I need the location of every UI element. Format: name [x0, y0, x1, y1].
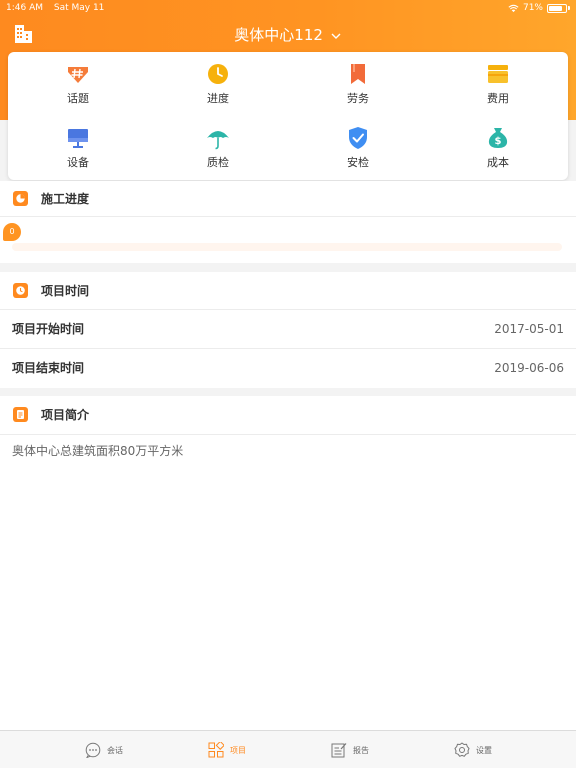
bookmark-icon: [351, 64, 365, 84]
money-bag-icon: $: [488, 128, 508, 148]
menu-label: 进度: [207, 92, 229, 105]
wallet-icon: [488, 65, 508, 83]
progress-bar: 0: [0, 217, 576, 263]
chat-icon: [85, 742, 101, 758]
project-name: 奥体中心112: [234, 26, 323, 44]
menu-item-safety[interactable]: 安检: [288, 126, 428, 170]
status-time: 1:46 AM: [6, 3, 43, 13]
section-title: 项目时间: [41, 284, 90, 298]
section-header: 项目简介: [0, 396, 576, 435]
grid-icon: [208, 742, 224, 758]
summary-text: 奥体中心总建筑面积80万平方米: [12, 444, 184, 458]
battery-percent: 71%: [522, 3, 543, 13]
project-summary-section: 项目简介 奥体中心总建筑面积80万平方米: [0, 396, 576, 730]
umbrella-icon: [207, 131, 229, 150]
menu-item-equipment[interactable]: 设备: [8, 126, 148, 170]
tab-label: 报告: [353, 745, 369, 755]
menu-item-topics[interactable]: 话题: [8, 62, 148, 106]
menu-label: 质检: [207, 156, 229, 169]
menu-label: 费用: [487, 92, 509, 105]
chevron-down-icon: [331, 33, 341, 39]
end-time-label: 项目结束时间: [12, 361, 85, 375]
menu-item-labor[interactable]: 劳务: [288, 62, 428, 106]
tab-label: 会话: [107, 745, 123, 755]
clock-icon: [13, 283, 28, 298]
menu-item-quality[interactable]: 质检: [148, 126, 288, 170]
menu-item-cost[interactable]: $ 成本: [428, 126, 568, 170]
module-menu: 话题 进度 劳务 费用 设备 质检 安检 $ 成本: [8, 52, 568, 180]
tab-settings[interactable]: 设置: [454, 731, 492, 768]
pie-chart-icon: [13, 191, 28, 206]
hashtag-icon: [68, 67, 88, 83]
document-icon: [13, 407, 28, 422]
section-title: 项目简介: [41, 408, 90, 422]
menu-label: 话题: [67, 92, 89, 105]
start-time-row: 项目开始时间 2017-05-01: [0, 310, 576, 349]
summary-body: 奥体中心总建筑面积80万平方米: [0, 435, 576, 469]
shield-icon: [349, 127, 367, 149]
tab-label: 项目: [230, 745, 246, 755]
status-bar: 1:46 AM Sat May 11 71%: [0, 0, 576, 16]
menu-label: 成本: [487, 156, 509, 169]
project-selector[interactable]: 奥体中心112: [0, 24, 576, 46]
end-time-value: 2019-06-06: [494, 361, 564, 375]
clock-icon: [208, 64, 228, 84]
wifi-icon: [508, 4, 519, 12]
monitor-icon: [68, 129, 88, 148]
tab-reports[interactable]: 报告: [331, 731, 369, 768]
section-header: 项目时间: [0, 272, 576, 310]
tab-chat[interactable]: 会话: [85, 731, 123, 768]
menu-item-expenses[interactable]: 费用: [428, 62, 568, 106]
report-icon: [331, 743, 347, 758]
menu-label: 安检: [347, 156, 369, 169]
menu-label: 劳务: [347, 92, 369, 105]
start-time-label: 项目开始时间: [12, 322, 85, 336]
project-time-section: 项目时间 项目开始时间 2017-05-01 项目结束时间 2019-06-06: [0, 272, 576, 388]
section-header: 施工进度: [0, 181, 576, 217]
progress-track: [12, 243, 562, 251]
end-time-row: 项目结束时间 2019-06-06: [0, 349, 576, 388]
status-date: Sat May 11: [53, 3, 105, 13]
menu-label: 设备: [67, 156, 89, 169]
tab-bar: 会话 项目 报告 设置: [0, 730, 576, 768]
section-title: 施工进度: [41, 192, 90, 206]
svg-text:$: $: [495, 136, 502, 147]
tab-projects[interactable]: 项目: [208, 731, 246, 768]
tab-label: 设置: [476, 745, 492, 755]
menu-item-progress[interactable]: 进度: [148, 62, 288, 106]
battery-tip: [568, 6, 570, 10]
start-time-value: 2017-05-01: [494, 322, 564, 336]
progress-value-badge: 0: [3, 223, 21, 241]
settings-icon: [454, 742, 470, 757]
battery-icon: [547, 4, 567, 13]
progress-section: 施工进度 0: [0, 181, 576, 263]
